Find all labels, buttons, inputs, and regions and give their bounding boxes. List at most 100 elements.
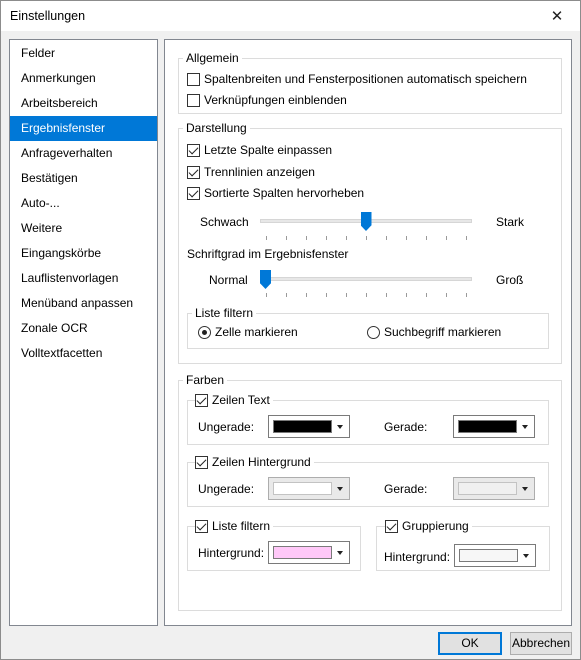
row-text-even-swatch [458,420,517,433]
row-bg-odd-label: Ungerade: [198,482,255,496]
font-slider-track[interactable] [260,277,472,281]
slider-tick [306,236,307,240]
grouping-label: Gruppierung [402,519,469,533]
show-links-checkbox[interactable]: Verknüpfungen einblenden [187,92,347,108]
highlight-sorted-box[interactable] [187,186,200,200]
slider-tick [466,236,467,240]
slider-tick [326,293,327,297]
sidebar-item[interactable]: Weitere [10,216,157,241]
filter-color-checkbox[interactable]: Liste filtern [195,518,274,534]
filter-color-box[interactable] [195,519,208,533]
row-text-label: Zeilen Text [212,393,270,407]
row-bg-even-swatch [458,482,517,495]
show-links-box[interactable] [187,93,200,107]
sidebar-item[interactable]: Bestätigen [10,166,157,191]
highlight-sorted-checkbox[interactable]: Sortierte Spalten hervorheben [187,185,364,201]
cancel-button[interactable]: Abbrechen [510,632,572,655]
chevron-down-icon [522,487,528,491]
show-links-label: Verknüpfungen einblenden [204,93,347,107]
slider-tick [266,293,267,297]
close-icon[interactable]: ✕ [536,1,578,31]
font-slider-ticks [266,293,467,297]
row-text-even-color-picker[interactable] [453,415,535,438]
filter-bg-swatch [273,546,332,559]
filter-color-label: Liste filtern [212,519,271,533]
sidebar-item[interactable]: Lauflistenvorlagen [10,266,157,291]
ok-button[interactable]: OK [438,632,502,655]
slider-tick [446,236,447,240]
slider-tick [386,236,387,240]
group-darstellung-title: Darstellung [183,121,250,135]
row-bg-label: Zeilen Hintergrund [212,455,311,469]
row-bg-odd-swatch [273,482,332,495]
slider-tick [426,236,427,240]
grouping-box[interactable] [385,519,398,533]
filter-cell-radio-dot[interactable] [198,325,211,339]
slider-tick [306,293,307,297]
show-gridlines-box[interactable] [187,165,200,179]
category-list: Felder Anmerkungen Arbeitsbereich Ergebnisf… [9,39,158,626]
sidebar-item[interactable]: Menüband anpassen [10,291,157,316]
font-slider-max-label: Groß [496,273,524,287]
slider-tick [406,236,407,240]
slider-tick [286,236,287,240]
save-positions-box[interactable] [187,72,200,86]
grouping-bg-color-picker[interactable] [454,544,536,567]
row-text-odd-label: Ungerade: [198,420,255,434]
show-gridlines-label: Trennlinien anzeigen [204,165,315,179]
row-text-box[interactable] [195,393,208,407]
slider-tick [426,293,427,297]
slider-tick [366,236,367,240]
group-allgemein-title: Allgemein [183,51,242,65]
chevron-down-icon [522,425,528,429]
sidebar-item[interactable]: Eingangskörbe [10,241,157,266]
row-text-odd-color-picker[interactable] [268,415,350,438]
row-bg-odd-color-picker[interactable] [268,477,350,500]
fit-last-column-box[interactable] [187,143,200,157]
grouping-bg-swatch [459,549,518,562]
filter-term-radio-dot[interactable] [367,325,380,339]
chevron-down-icon [337,551,343,555]
slider-tick [286,293,287,297]
slider-tick [366,293,367,297]
filter-bg-color-picker[interactable] [268,541,350,564]
sidebar-item[interactable]: Anmerkungen [10,66,157,91]
font-size-label: Schriftgrad im Ergebnisfenster [187,247,349,261]
save-positions-checkbox[interactable]: Spaltenbreiten und Fensterpositionen aut… [187,71,527,87]
filter-cell-radio[interactable]: Zelle markieren [198,324,298,340]
slider-tick [466,293,467,297]
highlight-slider-min-label: Schwach [200,215,249,229]
row-bg-box[interactable] [195,455,208,469]
sidebar-item[interactable]: Auto-... [10,191,157,216]
row-bg-even-label: Gerade: [384,482,428,496]
sidebar-item[interactable]: Ergebnisfenster [10,116,157,141]
filter-bg-label: Hintergrund: [198,546,265,560]
window-title: Einstellungen [10,9,86,23]
chevron-down-icon [337,487,343,491]
sidebar-item[interactable]: Anfrageverhalten [10,141,157,166]
fit-last-column-checkbox[interactable]: Letzte Spalte einpassen [187,142,332,158]
slider-tick [326,236,327,240]
sidebar-item[interactable]: Zonale OCR [10,316,157,341]
grouping-checkbox[interactable]: Gruppierung [385,518,472,534]
filter-term-radio[interactable]: Suchbegriff markieren [367,324,501,340]
sidebar-item[interactable]: Felder [10,41,157,66]
sidebar-item[interactable]: Arbeitsbereich [10,91,157,116]
sidebar-item[interactable]: Volltextfacetten [10,341,157,366]
chevron-down-icon [337,425,343,429]
filter-term-label: Suchbegriff markieren [384,325,502,339]
slider-tick [346,236,347,240]
slider-tick [346,293,347,297]
row-text-even-label: Gerade: [384,420,428,434]
settings-panel: Allgemein Spaltenbreiten und Fensterposi… [164,39,572,626]
settings-dialog: Einstellungen ✕ Felder Anmerkungen Arbeits… [0,0,581,660]
row-bg-even-color-picker[interactable] [453,477,535,500]
row-text-checkbox[interactable]: Zeilen Text [195,392,273,408]
show-gridlines-checkbox[interactable]: Trennlinien anzeigen [187,164,315,180]
highlight-sorted-label: Sortierte Spalten hervorheben [204,186,365,200]
highlight-slider-max-label: Stark [496,215,525,229]
group-farben-title: Farben [183,373,228,387]
slider-tick [446,293,447,297]
highlight-slider-ticks [266,236,467,240]
row-bg-checkbox[interactable]: Zeilen Hintergrund [195,454,314,470]
